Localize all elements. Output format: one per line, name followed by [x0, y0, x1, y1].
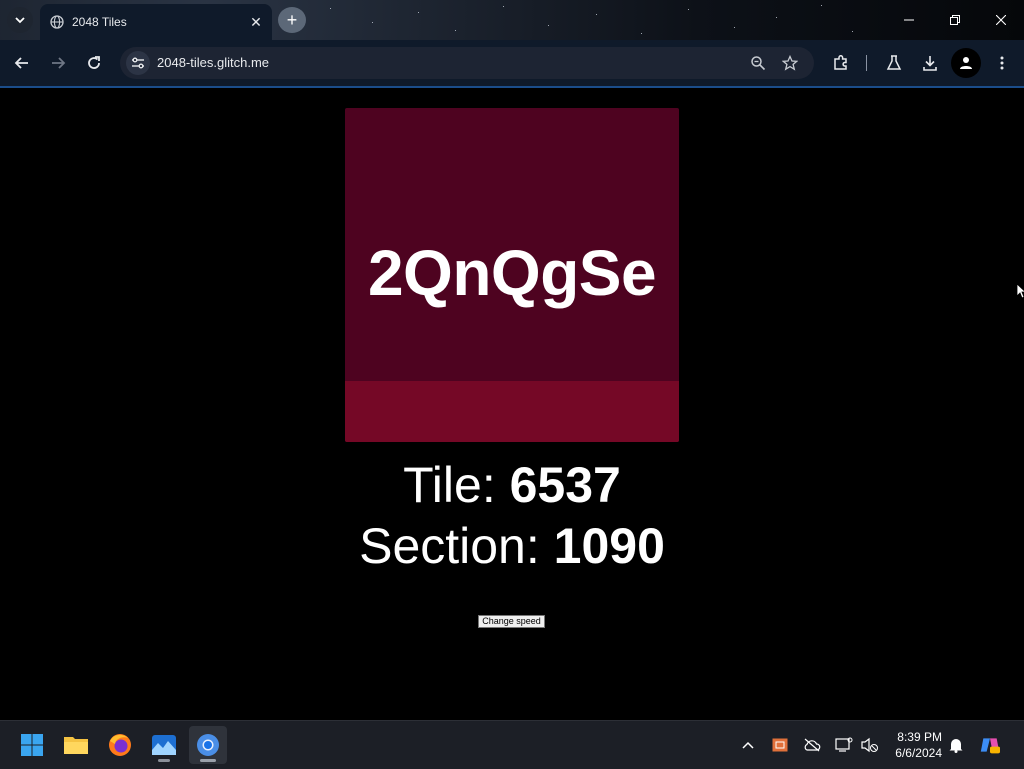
- forward-arrow-icon: [52, 57, 66, 69]
- tile-word: 2QnQgSe: [367, 237, 657, 309]
- tab-close-button[interactable]: ✕: [244, 14, 268, 31]
- puzzle-icon: [834, 54, 847, 70]
- volume-button[interactable]: [860, 735, 880, 755]
- tile-value: 6537: [509, 457, 621, 513]
- tray-app-icon: [772, 738, 788, 752]
- window-controls: [886, 0, 1024, 40]
- extensions-button[interactable]: [830, 52, 852, 74]
- clock-date: 6/6/2024: [895, 746, 942, 760]
- reload-button[interactable]: [81, 50, 107, 76]
- back-button[interactable]: [9, 50, 35, 76]
- taskbar: 8:39 PM 6/6/2024: [0, 720, 1024, 769]
- new-tab-button[interactable]: +: [278, 7, 306, 33]
- close-window-button[interactable]: [978, 0, 1024, 40]
- active-indicator: [200, 759, 216, 762]
- browser-titlebar: 2048 Tiles ✕ +: [0, 0, 1024, 40]
- network-button[interactable]: [834, 735, 854, 755]
- forward-button[interactable]: [45, 50, 71, 76]
- chrome-icon: [197, 734, 219, 756]
- start-button[interactable]: [13, 726, 51, 764]
- bell-icon: [949, 739, 963, 753]
- show-hidden-icons-button[interactable]: [738, 735, 758, 755]
- tile-label: Tile:: [403, 457, 510, 513]
- minimize-button[interactable]: [886, 0, 932, 40]
- section-counter: Section: 1090: [0, 517, 1024, 575]
- taskbar-clock[interactable]: 8:39 PM 6/6/2024: [884, 729, 942, 761]
- labs-button[interactable]: [883, 52, 905, 74]
- star-icon: [782, 55, 798, 71]
- flask-icon: [886, 55, 902, 70]
- globe-icon: [50, 15, 64, 29]
- back-arrow-icon: [14, 57, 28, 69]
- download-icon: [923, 56, 937, 71]
- zoom-button[interactable]: [748, 53, 768, 73]
- network-icon: [835, 737, 853, 752]
- address-bar[interactable]: 2048-tiles.glitch.me: [120, 47, 814, 79]
- restore-icon: [950, 15, 960, 25]
- notifications-button[interactable]: [946, 735, 966, 755]
- reload-icon: [88, 56, 100, 69]
- url-text[interactable]: 2048-tiles.glitch.me: [157, 55, 269, 70]
- tile-card: 2QnQgSe: [345, 108, 679, 442]
- taskbar-photos[interactable]: [145, 726, 183, 764]
- more-vertical-icon: [1000, 56, 1004, 70]
- person-icon: [960, 57, 972, 69]
- running-indicator: [158, 759, 170, 762]
- file-explorer-icon: [64, 737, 88, 754]
- copilot-button[interactable]: [980, 735, 1000, 755]
- section-value: 1090: [553, 518, 665, 574]
- taskbar-chrome[interactable]: [189, 726, 227, 764]
- downloads-button[interactable]: [919, 52, 941, 74]
- tile-counter: Tile: 6537: [0, 456, 1024, 514]
- restore-button[interactable]: [932, 0, 978, 40]
- firefox-icon: [109, 734, 131, 756]
- toolbar-divider: [866, 55, 867, 71]
- cloud-off-icon: [804, 738, 821, 752]
- photos-icon: [152, 735, 176, 755]
- minimize-icon: [904, 19, 914, 21]
- site-info-button[interactable]: [126, 51, 150, 75]
- chevron-down-icon: [15, 17, 25, 24]
- chevron-up-icon: [742, 741, 754, 749]
- tune-icon: [132, 57, 144, 69]
- browser-menu-button[interactable]: [991, 52, 1013, 74]
- cloud-sync-button[interactable]: [802, 735, 822, 755]
- taskbar-firefox[interactable]: [101, 726, 139, 764]
- tile-card-bar: [345, 381, 679, 442]
- clock-time: 8:39 PM: [897, 730, 942, 744]
- start-icon: [21, 734, 43, 756]
- tab-2048-tiles[interactable]: 2048 Tiles ✕: [40, 4, 272, 40]
- section-label: Section:: [359, 518, 554, 574]
- copilot-icon: [980, 738, 1000, 754]
- change-speed-button[interactable]: Change speed: [478, 615, 545, 628]
- tab-title: 2048 Tiles: [72, 15, 127, 29]
- profile-button[interactable]: [951, 48, 981, 78]
- close-icon: [996, 15, 1006, 25]
- taskbar-file-explorer[interactable]: [57, 726, 95, 764]
- tab-search-button[interactable]: [7, 7, 33, 33]
- bookmark-button[interactable]: [780, 53, 800, 73]
- volume-muted-icon: [861, 737, 878, 753]
- mouse-cursor-icon: [1016, 283, 1024, 299]
- page-content: 2QnQgSe Tile: 6537 Section: 1090 Change …: [0, 88, 1024, 720]
- tray-app-button[interactable]: [770, 735, 790, 755]
- zoom-icon: [751, 56, 766, 71]
